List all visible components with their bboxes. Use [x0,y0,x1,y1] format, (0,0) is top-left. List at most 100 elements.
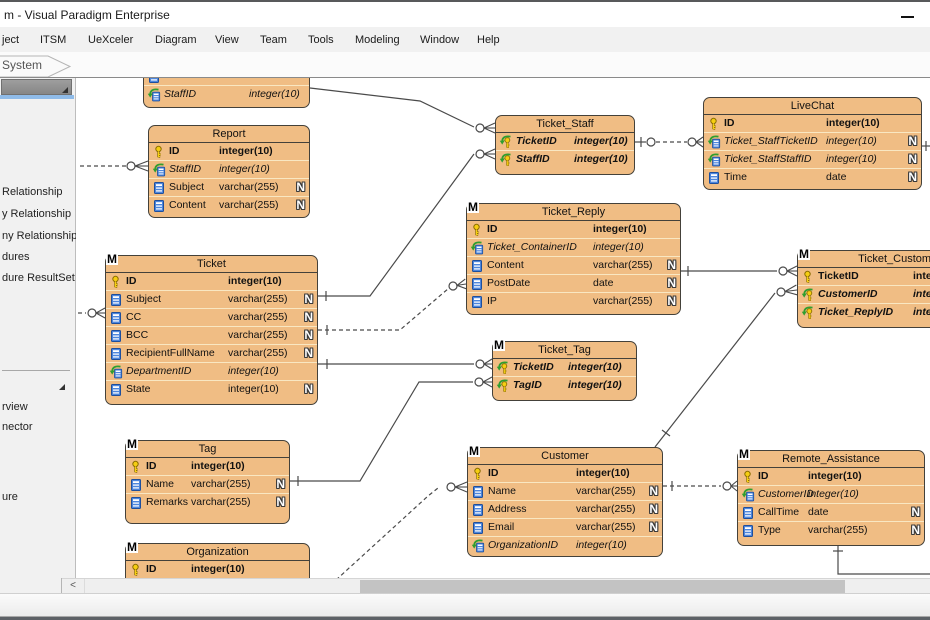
entity-column-row[interactable]: RecipientFullNamevarchar(255)N [106,344,317,362]
entity-column-row[interactable]: Emailvarchar(255)N [468,518,662,536]
entity-column-row[interactable] [144,78,309,85]
connector-ticket-ticket_reply[interactable] [318,279,467,335]
connector-livechat-right[interactable] [922,141,930,151]
entity-column-row[interactable]: Ticket_StaffStaffIDinteger(10)N [704,150,921,168]
scrollbar-thumb[interactable] [360,580,845,593]
connector-ticket-ticket_tag[interactable] [318,359,492,369]
entity-column-row[interactable]: TimedateN [704,168,921,186]
entity-column-row[interactable]: StaffIDinteger(10) [149,160,309,178]
column-name: Name [146,476,174,493]
menu-item-team[interactable]: Team [260,34,287,46]
menu-item-ject[interactable]: ject [2,34,19,46]
connector-ticket_reply-ticket_customer[interactable] [681,266,797,276]
entity-column-row[interactable]: IDinteger(10) [704,115,921,132]
entity-column-row[interactable]: IPvarchar(255)N [467,292,680,310]
entity-customer[interactable]: CustomerIDinteger(10)Namevarchar(255)NAd… [467,447,663,557]
connector-customer-remote_assistance[interactable] [663,481,737,491]
entity-column-row[interactable]: DepartmentIDinteger(10) [106,362,317,380]
connector-ticket_staff-livechat[interactable] [635,137,703,147]
entity-column-row[interactable]: Addressvarchar(255)N [468,500,662,518]
menu-item-diagram[interactable]: Diagram [155,34,197,46]
entity-column-row[interactable]: IDinteger(10) [126,561,309,578]
pk-fk-icon [496,379,510,393]
palette-item[interactable]: rview [2,401,28,413]
menu-item-modeling[interactable]: Modeling [355,34,400,46]
entity-column-row[interactable]: CustomerIDinteger(10) [738,485,924,503]
entity-column-row[interactable]: IDinteger(10) [738,468,924,485]
palette-item[interactable]: dure ResultSet [2,272,75,284]
entity-ticket_reply[interactable]: Ticket_ReplyIDinteger(10)Ticket_Containe… [466,203,681,315]
entity-column-row[interactable]: Ticket_ReplyIDinteger(10) [798,303,930,321]
entity-column-row[interactable]: CallTimedateN [738,503,924,521]
entity-column-row[interactable]: Typevarchar(255)N [738,521,924,539]
palette-item[interactable]: y Relationship [2,208,71,220]
entity-column-row[interactable]: Namevarchar(255)N [126,475,289,493]
connector-tag-ticket_tag[interactable] [290,377,492,486]
entity-column-row[interactable]: IDinteger(10) [126,458,289,475]
entity-column-row[interactable]: Contentvarchar(255)N [467,256,680,274]
entity-column-row[interactable]: TicketIDinteger(10) [493,359,636,376]
menu-item-window[interactable]: Window [420,34,459,46]
entity-column-row[interactable]: TagIDinteger(10) [493,376,636,394]
entity-livechat[interactable]: LiveChatIDinteger(10)Ticket_StaffTicketI… [703,97,922,190]
column-type: integer(10) [568,359,622,376]
menu-item-view[interactable]: View [215,34,239,46]
entity-column-row[interactable]: CCvarchar(255)N [106,308,317,326]
horizontal-scrollbar[interactable]: < [62,578,930,593]
diagram-canvas[interactable]: StaffIDinteger(10)ReportIDinteger(10)Sta… [76,78,930,578]
entity-column-row[interactable]: Ticket_ContainerIDinteger(10) [467,238,680,256]
entity-tag[interactable]: TagIDinteger(10)Namevarchar(255)NRemarks… [125,440,290,524]
nullable-icon: N [908,151,917,168]
minimize-icon[interactable] [901,16,914,18]
column-name: Email [488,519,514,536]
palette-item[interactable]: ny Relationship [2,230,77,242]
entity-column-row[interactable]: TicketIDinteger(10) [798,268,930,285]
entity-column-row[interactable]: Namevarchar(255)N [468,482,662,500]
entity-column-row[interactable]: Contentvarchar(255)N [149,196,309,214]
entity-column-row[interactable]: IDinteger(10) [468,465,662,482]
nullable-icon: N [304,345,313,362]
entity-ticket_customer[interactable]: Ticket_CustomerTicketIDinteger(10)Custom… [797,250,930,328]
connector-staff-ticket_staff[interactable] [310,88,495,133]
menu-item-uexceler[interactable]: UeXceler [88,34,133,46]
entity-column-row[interactable]: Subjectvarchar(255)N [106,290,317,308]
menu-item-tools[interactable]: Tools [308,34,334,46]
entity-column-row[interactable]: PostDatedateN [467,274,680,292]
column-icon [471,521,485,535]
entity-column-row[interactable]: OrganizationIDinteger(10) [468,536,662,554]
palette-item[interactable]: ure [2,491,18,503]
entity-column-row[interactable]: StaffIDinteger(10) [496,150,634,168]
entity-column-row[interactable]: IDinteger(10) [106,273,317,290]
entity-ticket[interactable]: TicketIDinteger(10)Subjectvarchar(255)NC… [105,255,318,405]
entity-column-row[interactable]: Ticket_StaffTicketIDinteger(10)N [704,132,921,150]
entity-remote_assistance[interactable]: Remote_AssistanceIDinteger(10)CustomerID… [737,450,925,546]
entity-column-row[interactable]: IDinteger(10) [149,143,309,160]
entity-column-row[interactable]: Subjectvarchar(255)N [149,178,309,196]
entity-report[interactable]: ReportIDinteger(10)StaffIDinteger(10)Sub… [148,125,310,218]
entity-column-row[interactable]: Remarksvarchar(255)N [126,493,289,511]
nullable-icon: N [304,309,313,326]
palette-item[interactable]: dures [2,251,30,263]
column-icon [707,171,721,185]
entity-organization[interactable]: OrganizationIDinteger(10)M [125,543,310,578]
tab-system[interactable]: System [2,58,42,72]
connector-organization-customer[interactable] [336,482,467,578]
entity-column-row[interactable]: IDinteger(10) [467,221,680,238]
entity-ticket_tag[interactable]: Ticket_TagTicketIDinteger(10)TagIDintege… [492,341,637,401]
scroll-left-arrow-icon[interactable]: < [62,579,85,593]
entity-column-row[interactable]: TicketIDinteger(10) [496,133,634,150]
entity-ticket_staff[interactable]: Ticket_StaffTicketIDinteger(10)StaffIDin… [495,115,635,175]
palette-item[interactable]: Relationship [2,186,63,198]
foreign-key-icon [707,153,721,167]
connector-ticket-left[interactable] [78,308,105,318]
entity-column-row[interactable]: CustomerIDinteger(10) [798,285,930,303]
toolbox-divider [2,370,70,371]
menu-item-itsm[interactable]: ITSM [40,34,66,46]
entity-column-row[interactable]: BCCvarchar(255)N [106,326,317,344]
entity-column-row[interactable]: Stateinteger(10)N [106,380,317,398]
entity-column-row[interactable]: StaffIDinteger(10) [144,85,309,103]
connector-report-left[interactable] [80,161,148,171]
menu-item-help[interactable]: Help [477,34,500,46]
palette-item[interactable]: nector [2,421,33,433]
entity-partial[interactable]: StaffIDinteger(10) [143,78,310,108]
